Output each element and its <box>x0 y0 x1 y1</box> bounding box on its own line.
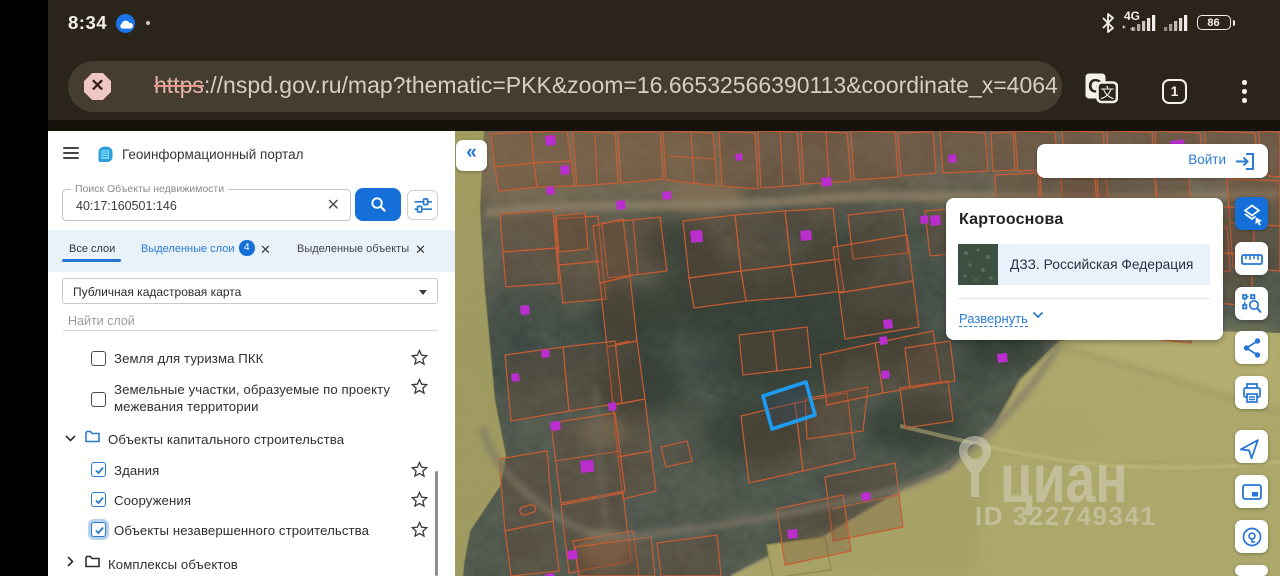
svg-text:文: 文 <box>1100 85 1114 101</box>
svg-text:ID 322749341: ID 322749341 <box>975 501 1156 531</box>
